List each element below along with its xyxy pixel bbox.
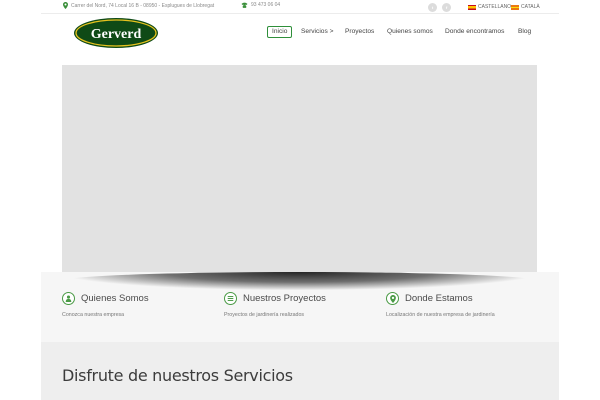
facebook-icon[interactable]: f — [442, 3, 451, 12]
language-catala[interactable]: CATALÀ — [511, 4, 540, 10]
language-label: CATALÀ — [521, 4, 540, 10]
phone-text[interactable]: 93 473 06 04 — [251, 2, 280, 8]
map-pin-icon — [63, 2, 68, 9]
nav-proyectos[interactable]: Proyectos — [341, 26, 378, 38]
feature-title[interactable]: Donde Estamos — [405, 292, 473, 305]
nav-servicios[interactable]: Servicios > — [297, 26, 337, 38]
phone-info: 93 473 06 04 — [241, 2, 280, 8]
location-icon — [386, 292, 399, 305]
language-label: CASTELLANO — [478, 4, 512, 10]
nav-inicio[interactable]: Inicio — [267, 26, 293, 38]
nav-blog[interactable]: Blog — [514, 26, 535, 38]
language-castellano[interactable]: CASTELLANO — [468, 4, 511, 10]
image-slider[interactable] — [62, 65, 537, 274]
twitter-icon[interactable]: t — [428, 3, 437, 12]
feature-subtitle: Proyectos de jardinería realizados — [224, 312, 305, 318]
list-icon — [224, 292, 237, 305]
twitter-glyph: t — [431, 4, 434, 10]
slider-shadow — [62, 272, 537, 290]
feature-title[interactable]: Quienes Somos — [81, 292, 149, 305]
services-title: Disfrute de nuestros Servicios — [62, 366, 293, 385]
nav-quienes-somos[interactable]: Quienes somos — [383, 26, 437, 38]
catalonia-flag-icon — [511, 4, 519, 10]
feature-title[interactable]: Nuestros Proyectos — [243, 292, 326, 305]
nav-donde-encontramos[interactable]: Donde encontramos — [441, 26, 508, 38]
user-icon — [62, 292, 75, 305]
page: Carrer del Nord, 74 Local 16 B - 08950 -… — [0, 0, 600, 400]
feature-subtitle: Localización de nuestra empresa de jardi… — [386, 312, 495, 318]
feature-subtitle: Conozca nuestra empresa — [62, 312, 125, 318]
address-text: Carrer del Nord, 74 Local 16 B - 08950 -… — [71, 2, 215, 9]
logo-text: Gerverd — [91, 27, 142, 42]
gerverd-logo[interactable]: Gerverd — [73, 17, 159, 49]
address-info: Carrer del Nord, 74 Local 16 B - 08950 -… — [63, 2, 214, 9]
spain-flag-icon — [468, 4, 476, 10]
facebook-glyph: f — [445, 4, 448, 10]
phone-icon — [241, 2, 248, 8]
